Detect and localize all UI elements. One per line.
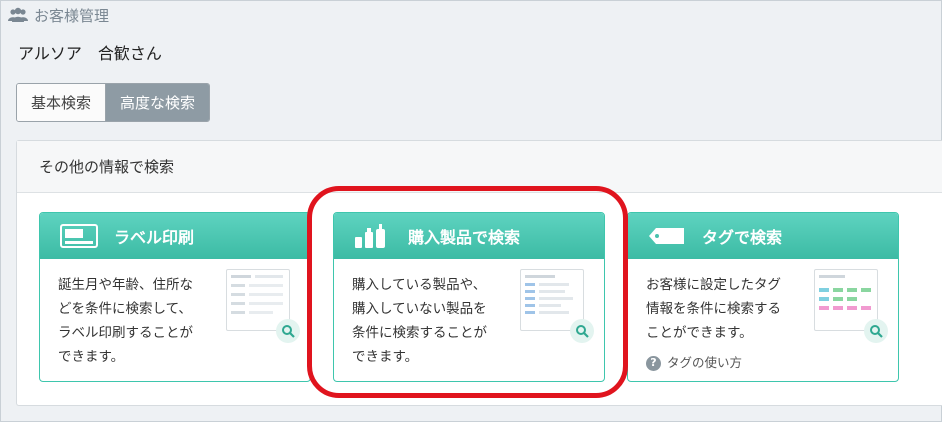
customer-name: アルソア 合歓さん (18, 40, 162, 64)
card-description: 誕生月や年齢、住所な どを条件に検索して、 ラベル印刷することが できます。 (58, 277, 193, 365)
question-icon: ? (646, 355, 661, 371)
products-bottles-icon (354, 224, 394, 248)
other-search-panel: その他の情報で検索 ラベル印刷 誕生月や年齢、住所な どを条件に検索して、 ラベ… (16, 140, 942, 406)
zoom-preview-icon[interactable] (570, 319, 594, 343)
card-title: タグで検索 (702, 228, 783, 247)
page-header: お客様管理 (8, 4, 109, 26)
card-title: ラベル印刷 (114, 228, 195, 247)
card-header: ラベル印刷 (40, 213, 310, 259)
card-description: 購入している製品や、 購入していない製品を 条件に検索することが できます。 (352, 277, 487, 365)
customer-label: 合歓さん (97, 44, 162, 63)
users-icon (8, 7, 28, 23)
advanced-search-button[interactable]: 高度な検索 (106, 84, 210, 121)
tag-search-card[interactable]: タグで検索 お客様に設定したタグ 情報を条件に検索する ことができます。 ? タ… (627, 212, 899, 382)
card-title: 購入製品で検索 (408, 228, 521, 247)
help-link-label: タグの使い方 (667, 355, 743, 370)
card-header: 購入製品で検索 (334, 213, 604, 259)
tag-icon (648, 224, 688, 248)
card-header: タグで検索 (628, 213, 898, 259)
zoom-preview-icon[interactable] (864, 319, 888, 343)
panel-title: その他の情報で検索 (17, 141, 942, 193)
basic-search-button[interactable]: 基本検索 (17, 84, 107, 121)
card-description: お客様に設定したタグ 情報を条件に検索する ことができます。 (646, 277, 781, 341)
label-print-card[interactable]: ラベル印刷 誕生月や年齢、住所な どを条件に検索して、 ラベル印刷することが で… (39, 212, 311, 382)
product-search-card[interactable]: 購入製品で検索 購入している製品や、 購入していない製品を 条件に検索することが… (333, 212, 605, 382)
store-name: アルソア (18, 44, 82, 63)
tag-help-link[interactable]: ? タグの使い方 (646, 351, 898, 375)
zoom-preview-icon[interactable] (276, 319, 300, 343)
label-card-icon (60, 224, 100, 248)
search-mode-toggle: 基本検索 高度な検索 (16, 83, 211, 122)
page-title: お客様管理 (34, 6, 110, 25)
